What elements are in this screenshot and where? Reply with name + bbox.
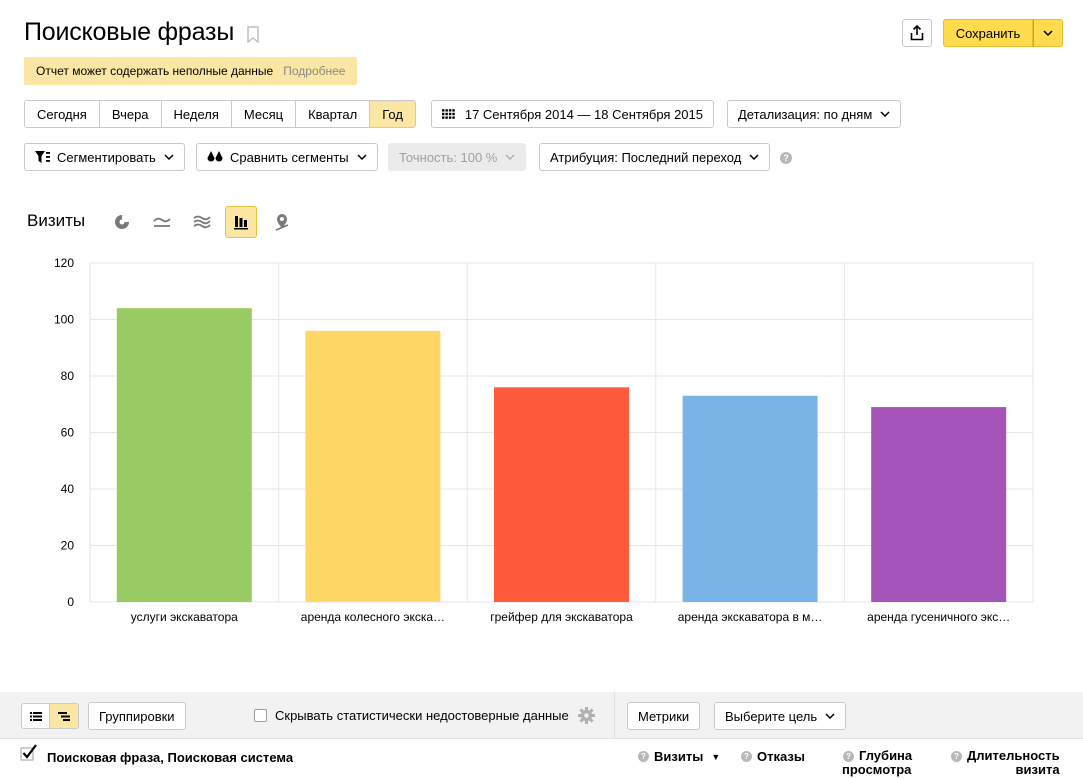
- depth-column-label-line2: просмотра: [842, 762, 912, 777]
- compare-label: Сравнить сегменты: [230, 149, 349, 165]
- duration-column-label-line2: визита: [1015, 762, 1060, 777]
- line-chart-icon[interactable]: [146, 206, 178, 238]
- goal-dropdown[interactable]: Выберите цель: [714, 702, 847, 730]
- period-year[interactable]: Год: [370, 101, 415, 127]
- segment-label: Сегментировать: [57, 149, 156, 165]
- date-range-picker[interactable]: 17 Сентября 2014 — 18 Сентября 2015: [431, 100, 714, 128]
- hide-unreliable-label: Скрывать статистически недостоверные дан…: [275, 708, 569, 723]
- calendar-icon: [442, 109, 455, 119]
- x-tick-label: услуги экскаватора: [131, 610, 238, 624]
- area-chart-icon[interactable]: [186, 206, 218, 238]
- y-tick-label: 0: [67, 595, 74, 609]
- bounces-column-header[interactable]: ? Отказы: [741, 749, 805, 764]
- bar-chart-icon[interactable]: [225, 206, 257, 238]
- metrics-button[interactable]: Метрики: [627, 702, 701, 730]
- tree-list-icon: [58, 711, 70, 721]
- help-icon[interactable]: ?: [638, 751, 649, 762]
- goal-label: Выберите цель: [725, 708, 818, 724]
- x-tick-label: аренда экскаватора в м…: [678, 610, 823, 624]
- y-tick-label: 60: [61, 426, 75, 440]
- compare-icon: [207, 150, 223, 161]
- groupings-button[interactable]: Группировки: [88, 702, 186, 730]
- period-yesterday[interactable]: Вчера: [99, 101, 162, 127]
- bookmark-icon[interactable]: [247, 26, 259, 43]
- period-selector: Сегодня Вчера Неделя Месяц Квартал Год: [24, 100, 416, 128]
- depth-column-label-line1: Глубина: [859, 748, 913, 763]
- flat-list-view-button[interactable]: [22, 704, 50, 728]
- gear-icon[interactable]: [578, 707, 595, 724]
- page-title: Поисковые фразы: [24, 18, 235, 46]
- attribution-dropdown[interactable]: Атрибуция: Последний переход: [539, 143, 771, 171]
- chevron-down-icon: [164, 154, 174, 160]
- y-tick-label: 20: [61, 539, 75, 553]
- chevron-down-icon: [825, 713, 835, 719]
- accuracy-label: Точность: 100 %: [399, 149, 498, 165]
- compare-segments-button[interactable]: Сравнить сегменты: [196, 143, 378, 171]
- visits-column-label: Визиты: [654, 749, 704, 764]
- bounces-column-label: Отказы: [757, 749, 805, 764]
- period-week[interactable]: Неделя: [161, 101, 232, 127]
- chevron-down-icon: [357, 154, 367, 160]
- y-tick-label: 100: [54, 313, 74, 327]
- date-range-label: 17 Сентября 2014 — 18 Сентября 2015: [464, 106, 703, 122]
- warning-more-link[interactable]: Подробнее: [283, 64, 345, 78]
- y-tick-label: 80: [61, 369, 75, 383]
- detail-dropdown[interactable]: Детализация: по дням: [727, 100, 902, 128]
- help-icon[interactable]: ?: [843, 751, 854, 762]
- chart-metric-title: Визиты: [27, 211, 86, 230]
- bar: [305, 330, 441, 602]
- help-icon[interactable]: ?: [780, 152, 792, 164]
- help-icon[interactable]: ?: [741, 751, 752, 762]
- x-tick-label: аренда колесного экска…: [301, 610, 445, 624]
- warning-text: Отчет может содержать неполные данные: [36, 64, 274, 78]
- share-icon: [910, 25, 924, 41]
- incomplete-data-warning: Отчет может содержать неполные данные По…: [24, 57, 358, 85]
- save-button[interactable]: Сохранить: [943, 19, 1033, 47]
- filter-icon: [35, 150, 50, 163]
- y-tick-label: 120: [54, 256, 74, 270]
- tree-view-button[interactable]: [50, 704, 78, 728]
- chevron-down-icon: [880, 111, 890, 117]
- pie-chart-icon[interactable]: [106, 206, 138, 238]
- help-icon[interactable]: ?: [951, 751, 962, 762]
- bar-chart: 0 20 40 60 80 100 120 услуги экскаватора аренда …: [54, 256, 1034, 624]
- depth-column-header[interactable]: ? Глубина просмотра: [842, 748, 913, 777]
- dimension-checkbox[interactable]: [20, 744, 38, 762]
- bar: [871, 407, 1007, 602]
- map-icon[interactable]: [266, 206, 298, 238]
- y-tick-label: 40: [61, 482, 75, 496]
- dimension-header: Поисковая фраза, Поисковая система: [47, 750, 294, 765]
- chevron-down-icon: [505, 154, 515, 160]
- save-options-button[interactable]: [1033, 19, 1063, 47]
- sort-desc-icon: ▼: [711, 752, 721, 762]
- accuracy-dropdown: Точность: 100 %: [388, 143, 527, 171]
- table-view-toggle: [21, 703, 79, 729]
- export-button[interactable]: [902, 19, 932, 47]
- hide-unreliable-toggle[interactable]: Скрывать статистически недостоверные дан…: [254, 708, 569, 723]
- chevron-down-icon: [749, 154, 759, 160]
- period-today[interactable]: Сегодня: [25, 101, 100, 127]
- list-icon: [29, 711, 42, 721]
- x-tick-label: аренда гусеничного экс…: [867, 610, 1010, 624]
- bar: [682, 395, 818, 602]
- duration-column-header[interactable]: ? Длительность визита: [951, 749, 1060, 777]
- segment-button[interactable]: Сегментировать: [24, 143, 185, 171]
- detail-label: Детализация: по дням: [738, 106, 873, 122]
- period-quarter[interactable]: Квартал: [296, 101, 371, 127]
- visits-column-header[interactable]: ? Визиты ▼: [638, 749, 720, 764]
- duration-column-label-line1: Длительность: [967, 748, 1060, 763]
- chevron-down-icon: [1043, 30, 1053, 36]
- bar: [494, 387, 629, 602]
- hide-unreliable-checkbox[interactable]: [254, 709, 267, 722]
- x-tick-label: грейфер для экскаватора: [490, 610, 633, 624]
- period-month[interactable]: Месяц: [231, 101, 297, 127]
- attribution-label: Атрибуция: Последний переход: [550, 149, 742, 165]
- bar: [116, 308, 252, 602]
